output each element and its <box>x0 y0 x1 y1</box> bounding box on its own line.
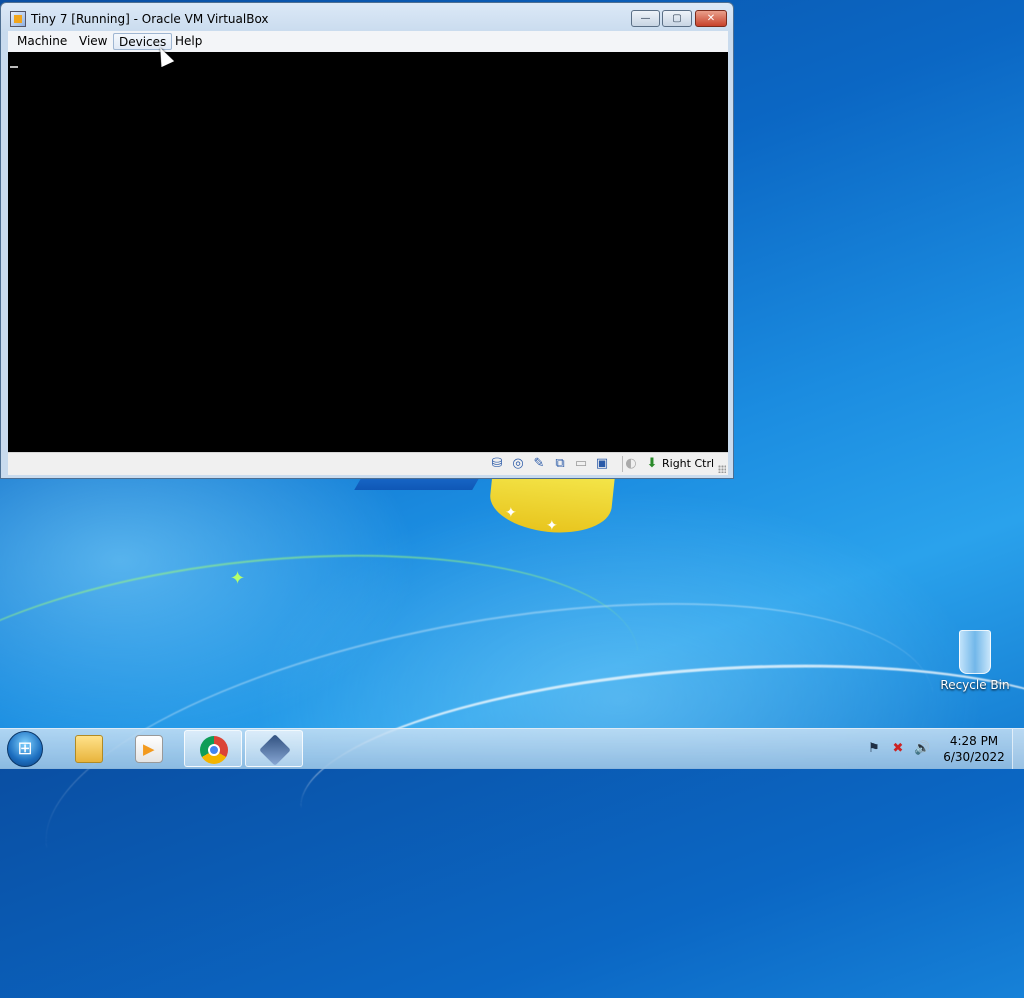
menu-machine[interactable]: Machine <box>12 33 72 50</box>
virtualbox-icon <box>259 734 291 766</box>
network-icon[interactable]: ✖ <box>890 741 906 757</box>
chrome-icon <box>200 736 228 764</box>
sparkle-icon: ✦ <box>230 568 246 589</box>
taskbar: ⚑ ✖ 🔊 4:28 PM 6/30/2022 <box>0 728 1024 769</box>
volume-icon[interactable]: 🔊 <box>914 741 930 757</box>
taskbar-chrome[interactable] <box>184 730 242 767</box>
audio-icon[interactable]: ✎ <box>531 456 547 472</box>
shared-folders-icon[interactable]: ▭ <box>573 456 589 472</box>
taskbar-media-player[interactable] <box>120 730 178 767</box>
display-icon[interactable]: ▣ <box>594 456 610 472</box>
network-icon[interactable]: ⧉ <box>552 456 568 472</box>
virtualbox-window[interactable]: Tiny 7 [Running] - Oracle VM VirtualBox … <box>0 2 734 479</box>
recycle-bin-label[interactable]: Recycle Bin <box>940 678 1010 692</box>
start-button[interactable] <box>7 731 43 767</box>
recycle-bin[interactable]: Recycle Bin <box>940 630 1010 692</box>
recycle-bin-icon[interactable] <box>959 630 991 674</box>
show-desktop-button[interactable] <box>1012 729 1024 769</box>
menu-help[interactable]: Help <box>170 33 207 50</box>
sparkle-icon: ✦ <box>546 518 558 534</box>
close-button[interactable]: ✕ <box>695 10 727 27</box>
clock[interactable]: 4:28 PM 6/30/2022 <box>940 733 1008 765</box>
windows-explorer-icon <box>75 735 103 763</box>
mouse-integration-icon[interactable]: ◐ <box>623 456 639 472</box>
optical-drive-icon[interactable]: ◎ <box>510 456 526 472</box>
status-bar: ⛁ ◎ ✎ ⧉ ▭ ▣ ◐ ⬇ Right Ctrl <box>8 452 728 475</box>
window-title: Tiny 7 [Running] - Oracle VM VirtualBox <box>31 12 269 26</box>
media-player-icon <box>135 735 163 763</box>
menu-view[interactable]: View <box>74 33 112 50</box>
action-center-icon[interactable]: ⚑ <box>866 741 882 757</box>
sparkle-icon: ✦ <box>505 505 517 521</box>
clock-date: 6/30/2022 <box>943 750 1005 764</box>
minimize-button[interactable]: — <box>631 10 660 27</box>
text-cursor <box>10 66 18 68</box>
resize-grip[interactable] <box>718 465 726 473</box>
hard-disk-icon[interactable]: ⛁ <box>489 456 505 472</box>
taskbar-explorer[interactable] <box>60 730 118 767</box>
host-key-label[interactable]: Right Ctrl <box>662 457 714 470</box>
virtualbox-app-icon[interactable] <box>10 11 26 27</box>
menu-bar: Machine View Devices Help <box>8 31 728 52</box>
clock-time: 4:28 PM <box>949 734 999 748</box>
taskbar-virtualbox[interactable] <box>245 730 303 767</box>
keyboard-capture-icon[interactable]: ⬇ <box>644 456 660 472</box>
maximize-button[interactable]: ▢ <box>662 10 692 27</box>
vm-display[interactable] <box>8 52 728 452</box>
